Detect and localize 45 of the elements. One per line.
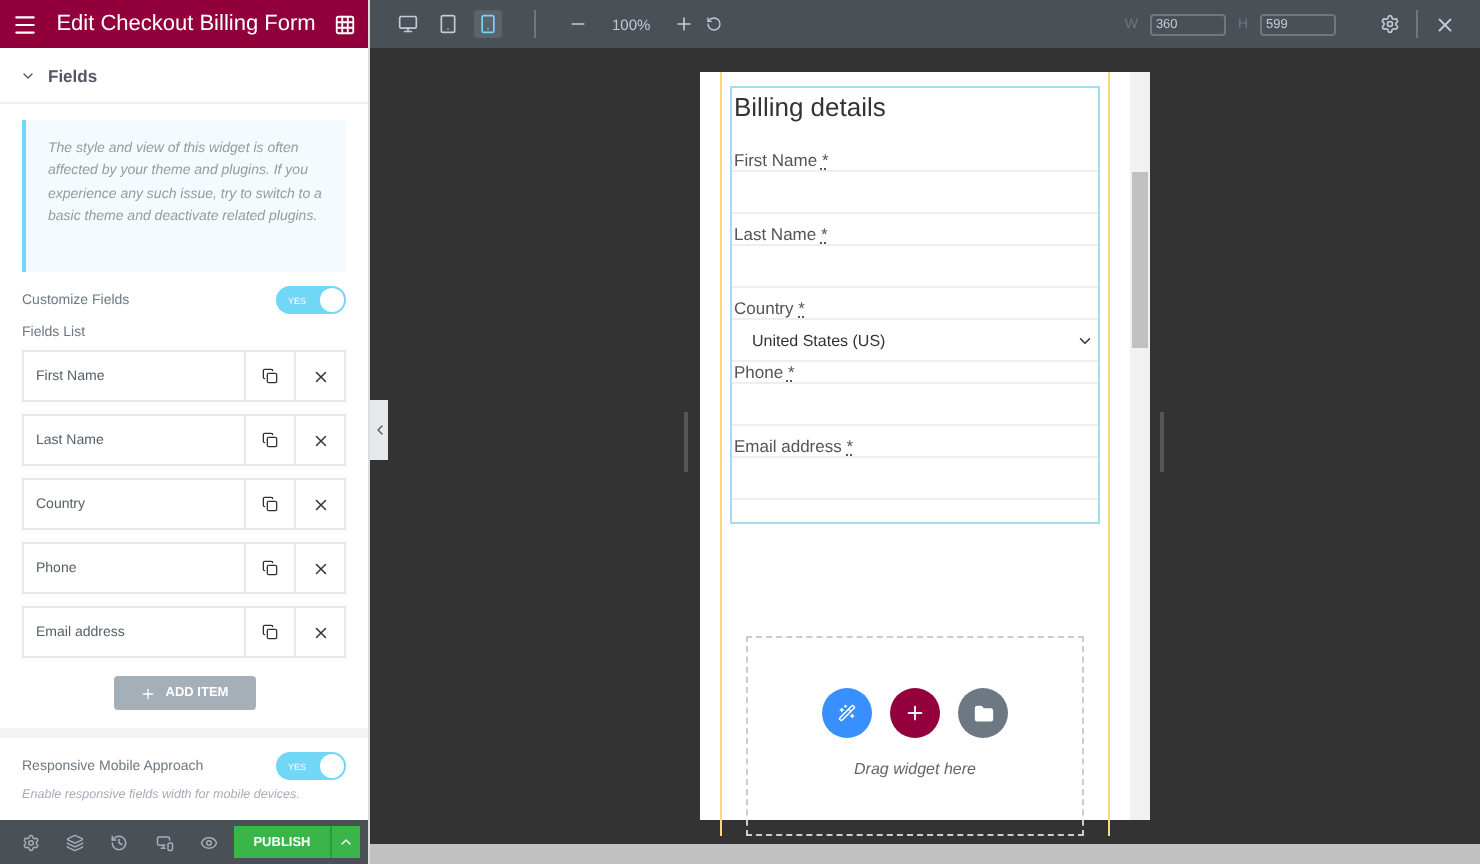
text-field[interactable]	[732, 456, 1098, 500]
desktop-icon[interactable]	[394, 10, 422, 38]
close-icon	[311, 495, 329, 513]
publish-options-button[interactable]	[330, 826, 360, 858]
add-button[interactable]	[890, 688, 940, 738]
copy-icon	[262, 432, 278, 448]
close-icon	[311, 431, 329, 449]
plus-icon	[904, 702, 926, 724]
copy-icon	[262, 368, 278, 384]
form-label: Country *	[734, 298, 807, 318]
plus-icon	[139, 685, 156, 701]
settings-icon[interactable]	[1380, 14, 1400, 34]
menu-icon[interactable]	[12, 11, 38, 37]
folder-icon	[973, 703, 993, 723]
panel-title: Edit Checkout Billing Form	[56, 12, 316, 36]
form-heading: Billing details	[734, 92, 888, 122]
folder-button[interactable]	[958, 688, 1008, 738]
text-field[interactable]	[732, 244, 1098, 288]
wand-icon	[838, 704, 856, 722]
form-label: First Name *	[734, 150, 831, 170]
close-icon	[311, 367, 329, 385]
zoom-in-icon[interactable]	[674, 14, 695, 34]
mobile-icon[interactable]	[474, 10, 502, 38]
copy-icon	[262, 624, 278, 640]
close-icon[interactable]	[1434, 13, 1456, 35]
grid-icon[interactable]	[333, 13, 356, 35]
form-label: Last Name *	[734, 224, 830, 244]
text-field[interactable]	[732, 170, 1098, 214]
section-title: Fields	[48, 65, 98, 85]
collapse-button[interactable]	[370, 400, 388, 460]
copy-icon	[262, 560, 278, 576]
section-header[interactable]: Fields	[0, 48, 368, 104]
reset-icon[interactable]	[706, 16, 723, 32]
form-label: Email address *	[734, 436, 856, 456]
form-label: Phone *	[734, 362, 797, 382]
wand-button[interactable]	[822, 688, 872, 738]
caret-icon	[338, 834, 355, 850]
horizontal-scrollbar[interactable]	[370, 844, 1480, 864]
country-select[interactable]: United States (US)	[732, 318, 1098, 362]
copy-icon	[262, 496, 278, 512]
close-icon	[311, 559, 329, 577]
text-field[interactable]	[732, 382, 1098, 426]
close-icon	[311, 623, 329, 641]
scrollbar-thumb[interactable]	[1132, 172, 1148, 348]
drop-hint: Drag widget here	[854, 760, 976, 778]
